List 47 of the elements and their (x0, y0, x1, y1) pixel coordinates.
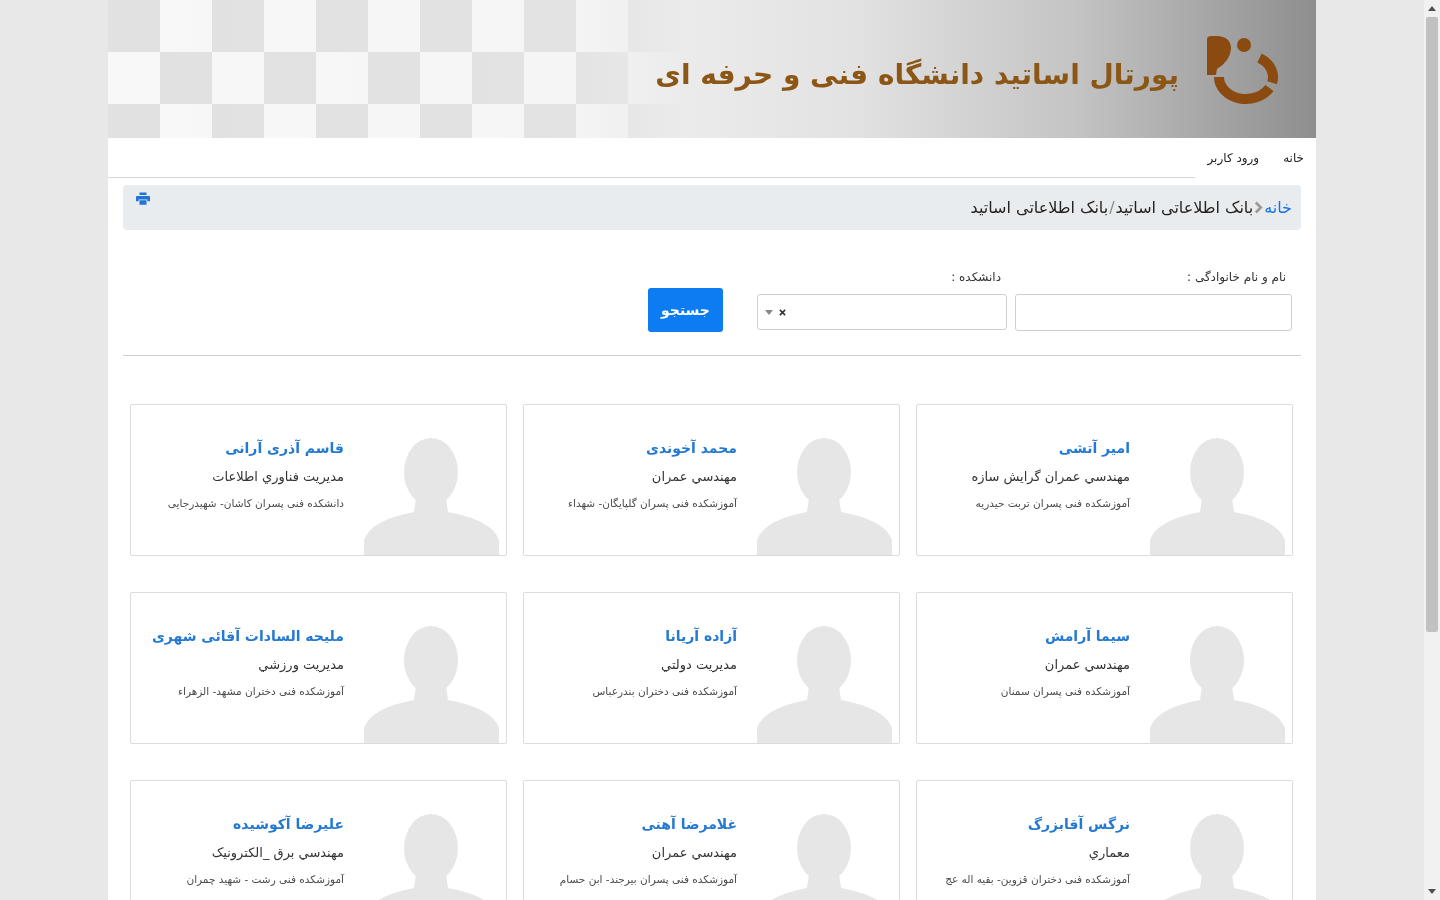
professor-name[interactable]: امیر آتشی (1058, 438, 1130, 458)
portal-title: پورتال اساتید دانشگاه فنی و حرفه ای (655, 57, 1179, 91)
print-icon[interactable] (136, 192, 150, 205)
nav-link[interactable]: خانه (1271, 138, 1316, 178)
institute-text: آموزشکده فنی پسران بیرجند- ابن حسام (559, 872, 737, 887)
degree-text: مهندسي عمران (1044, 656, 1130, 675)
degree-text: مهندسي عمران گرايش سازه (971, 468, 1130, 487)
professor-name[interactable]: غلامرضا آهنی (641, 814, 737, 834)
logo-icon (1204, 33, 1280, 105)
chevron-icon (1254, 201, 1264, 214)
institute-text: آموزشکده فنی پسران سمنان (1000, 684, 1130, 699)
scrollbar-thumb[interactable] (1426, 17, 1438, 632)
professor-name[interactable]: محمد آخوندی (646, 438, 737, 458)
institute-text: آموزشکده فنی دختران بندرعباس (592, 684, 737, 699)
professor-name[interactable]: نرگس آقابزرگ (1027, 814, 1130, 834)
institute-text: آموزشکده فنی دختران قزوین- بقیه اله عج (945, 872, 1130, 887)
field-label: دانشکده : (951, 269, 1001, 286)
institute-text: آموزشکده فنی رشت - شهید چمران (186, 872, 344, 887)
breadcrumb-separator: / (1108, 198, 1116, 217)
breadcrumb-link[interactable]: خانه (1264, 198, 1292, 217)
degree-text: معماري (1088, 844, 1130, 862)
institute-text: آموزشکده فنی پسران گلپایگان- شهداء (568, 496, 737, 511)
institute-text: آموزشکده فنی پسران تربت حیدریه (975, 496, 1130, 511)
professor-name[interactable]: علیرضا آکوشیده (233, 814, 344, 834)
degree-text: مديريت فناوري اطلاعات (212, 468, 344, 487)
professor-name[interactable]: سیما آرامش (1044, 626, 1130, 646)
field-label: نام و نام خانوادگی : (1187, 269, 1286, 286)
scroll-down-icon[interactable] (1428, 889, 1436, 894)
degree-text: مهندسي برق _الکترونيک (211, 844, 344, 863)
institute-text: آموزشکده فنی دختران مشهد- الزهراء (178, 684, 344, 699)
select-field[interactable] (757, 294, 1007, 330)
professor-name[interactable]: ملیحه السادات آقائی شهری (151, 626, 344, 646)
degree-text: مديريت دولتي (661, 656, 737, 675)
professor-name[interactable]: آزاده آریانا (665, 626, 737, 646)
professor-name[interactable]: قاسم آذری آرانی (225, 438, 344, 458)
text-input-field[interactable] (1015, 294, 1292, 331)
degree-text: مهندسي عمران (651, 844, 737, 863)
breadcrumb-item: بانک اطلاعاتی اساتید (970, 198, 1109, 217)
breadcrumb-item: بانک اطلاعاتی اساتید (1115, 198, 1254, 217)
degree-text: مهندسي عمران (651, 468, 737, 487)
nav-link[interactable]: ورود کاربر (1195, 138, 1272, 178)
search-button[interactable]: جستجو (648, 288, 723, 332)
scroll-up-icon[interactable] (1428, 6, 1436, 11)
degree-text: مديريت ورزشي (258, 656, 344, 675)
clear-icon[interactable] (779, 308, 786, 316)
caret-icon[interactable] (765, 309, 773, 315)
institute-text: دانشکده فنی پسران کاشان- شهیدرجایی (167, 496, 344, 511)
